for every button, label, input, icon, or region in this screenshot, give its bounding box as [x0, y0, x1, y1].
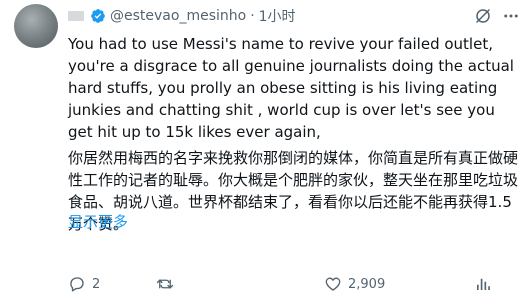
- author-handle[interactable]: @estevao_mesinho: [110, 8, 246, 24]
- show-more-link[interactable]: 显示更多: [68, 211, 128, 232]
- more-options-icon[interactable]: [502, 7, 520, 25]
- reply-button[interactable]: 2: [68, 275, 156, 293]
- views-icon: [477, 278, 490, 290]
- like-button[interactable]: 2,909: [324, 275, 474, 293]
- like-count: 2,909: [348, 276, 386, 292]
- views-button[interactable]: [474, 275, 492, 293]
- retweet-button[interactable]: [156, 275, 324, 293]
- tweet-time[interactable]: 1小时: [259, 6, 296, 26]
- tweet-translation: 你居然用梅西的名字来挽救你那倒闭的媒体，你简直是所有真正做硬性工作的记者的耻辱。…: [68, 149, 519, 233]
- separator-dot: ·: [250, 8, 255, 24]
- retweet-icon: [156, 279, 174, 289]
- tweet-text: You had to use Messi's name to revive yo…: [68, 35, 514, 141]
- avatar[interactable]: [14, 4, 58, 48]
- display-name-redacted[interactable]: [68, 11, 84, 21]
- grok-icon[interactable]: [474, 7, 492, 25]
- reply-count: 2: [92, 276, 101, 292]
- heart-icon: [325, 277, 341, 291]
- reply-icon: [70, 277, 84, 292]
- tweet-actions: 2 2,909: [68, 272, 523, 296]
- tweet-header: @estevao_mesinho · 1小时: [68, 6, 520, 26]
- verified-badge-icon: [91, 9, 105, 23]
